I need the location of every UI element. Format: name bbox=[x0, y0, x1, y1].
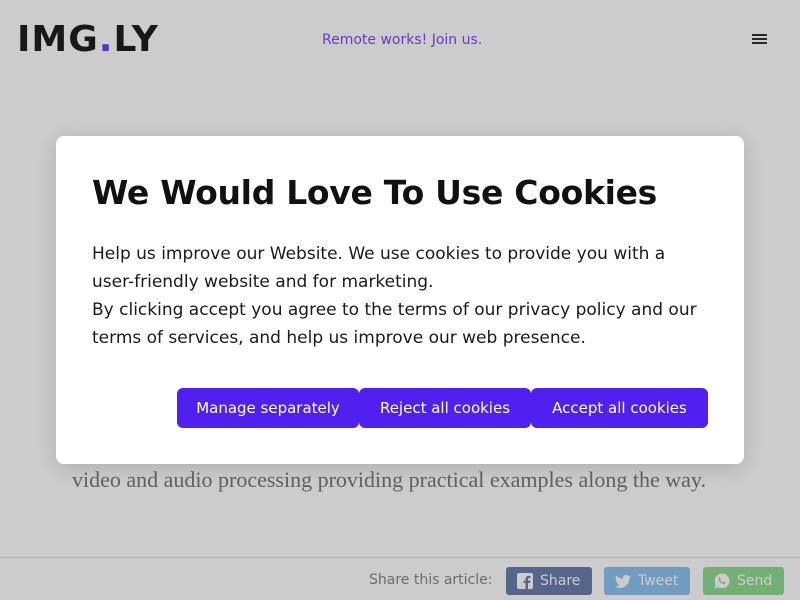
manage-separately-button[interactable]: Manage separately bbox=[177, 388, 359, 428]
cookie-dialog-title: We Would Love To Use Cookies bbox=[92, 173, 658, 212]
cookie-consent-dialog: We Would Love To Use Cookies Help us imp… bbox=[56, 136, 744, 464]
cookie-dialog-paragraph-1: Help us improve our Website. We use cook… bbox=[92, 244, 666, 292]
reject-all-cookies-button[interactable]: Reject all cookies bbox=[359, 388, 531, 428]
cookie-dialog-text: Help us improve our Website. We use cook… bbox=[92, 240, 704, 352]
accept-all-cookies-button[interactable]: Accept all cookies bbox=[531, 388, 708, 428]
cookie-dialog-actions: Manage separately Reject all cookies Acc… bbox=[56, 388, 744, 428]
cookie-dialog-paragraph-2: By clicking accept you agree to the term… bbox=[92, 300, 697, 348]
